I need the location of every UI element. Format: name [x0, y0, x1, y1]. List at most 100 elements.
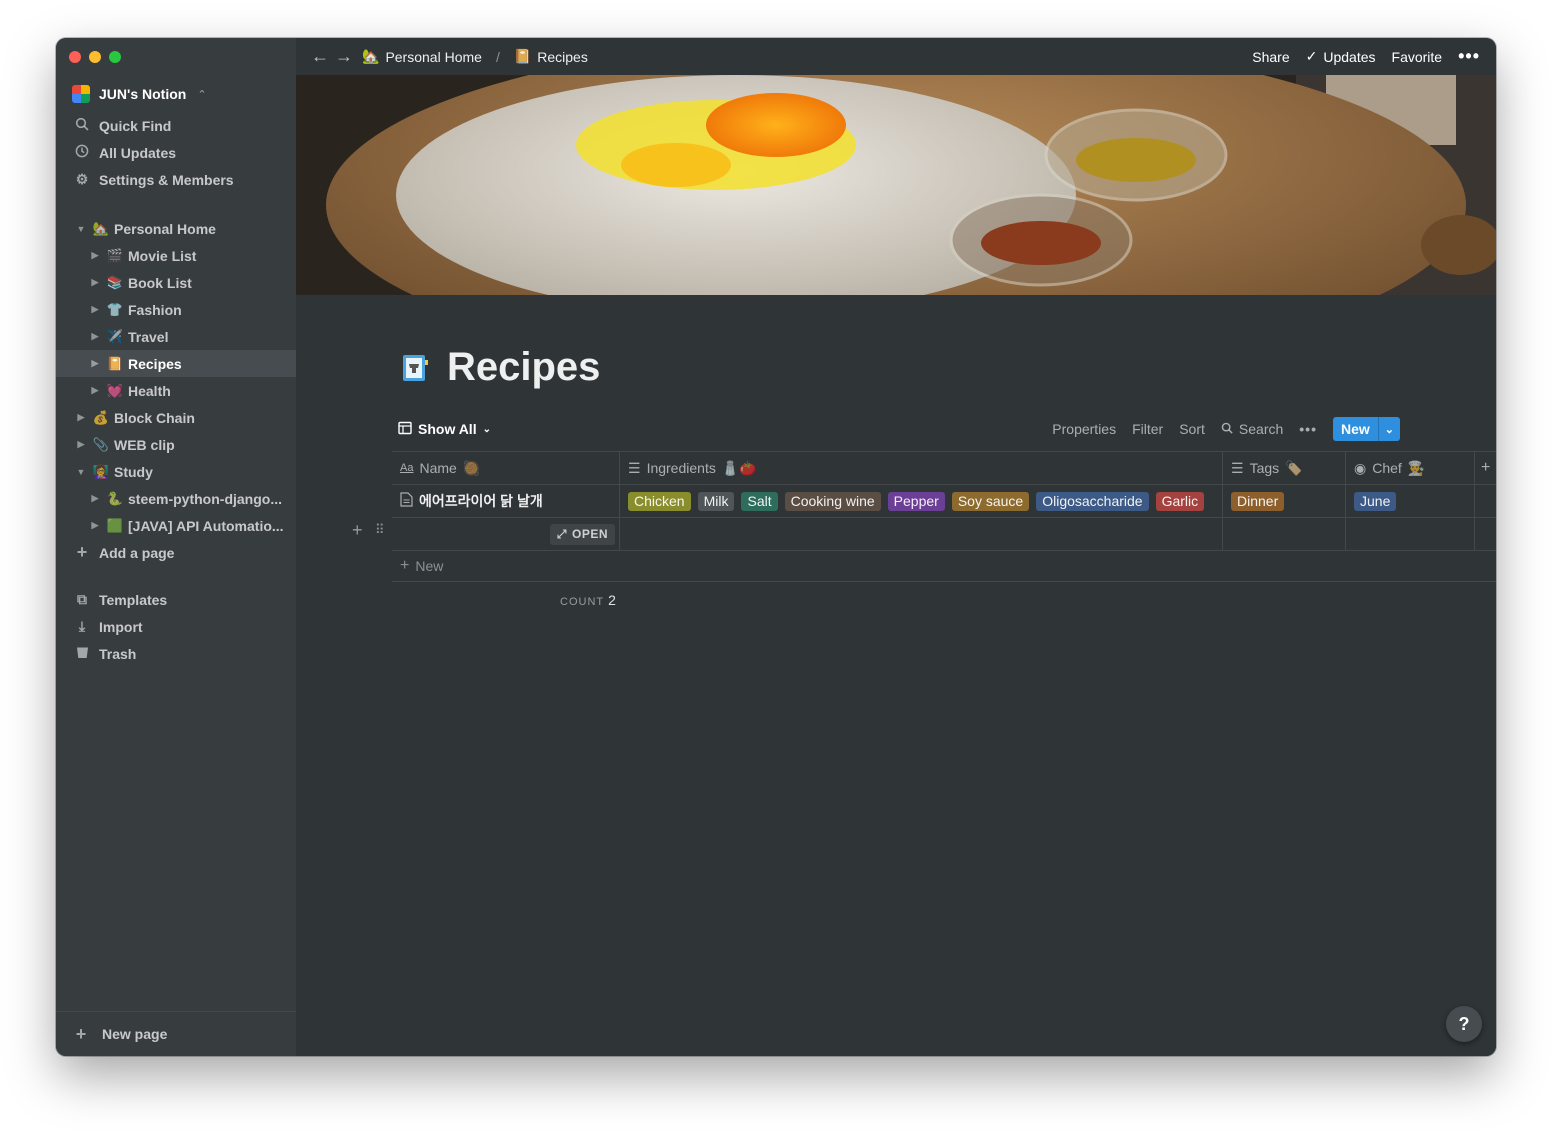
sort-button[interactable]: Sort	[1179, 421, 1205, 437]
sidebar-item-recipes[interactable]: ▶ 📔 Recipes	[56, 350, 296, 377]
sidebar-settings[interactable]: ⚙ Settings & Members	[56, 166, 296, 193]
triangle-right-icon[interactable]: ▶	[90, 304, 100, 315]
triangle-right-icon[interactable]: ▶	[90, 520, 100, 531]
list-icon: ☰	[1231, 459, 1244, 476]
sidebar-item-steem-python[interactable]: ▶ 🐍 steem-python-django...	[56, 485, 296, 512]
toolbar-actions: Properties Filter Sort Search ••• New ⌄	[1052, 416, 1400, 442]
ingredient-tag: Soy sauce	[951, 491, 1030, 511]
count-label: COUNT	[560, 596, 605, 608]
sidebar-trash[interactable]: Trash	[56, 640, 296, 667]
sidebar-item-health[interactable]: ▶ 💓 Health	[56, 377, 296, 404]
view-selector[interactable]: Show All ⌄	[392, 421, 491, 438]
row-ingredients-cell[interactable]: Chicken Milk Salt Cooking wine Pepper Soy sau…	[620, 485, 1223, 517]
chevron-down-icon[interactable]: ⌄	[1377, 417, 1400, 441]
count-value: 2	[608, 592, 616, 608]
add-page-button[interactable]: + Add a page	[56, 539, 296, 566]
row-chef-cell[interactable]: June	[1346, 485, 1475, 517]
triangle-right-icon[interactable]: ▶	[76, 439, 86, 450]
sidebar-item-block-chain[interactable]: ▶ 💰 Block Chain	[56, 404, 296, 431]
triangle-down-icon[interactable]: ▼	[76, 224, 86, 234]
expand-icon: ⤢	[556, 526, 567, 541]
row-ingredients-cell[interactable]	[620, 518, 1223, 550]
sidebar-import[interactable]: ⤓ Import	[56, 613, 296, 640]
python-icon: 🐍	[106, 490, 124, 506]
main-content: ← → 🏡 Personal Home / 📔 Recipes Share ✓ …	[296, 38, 1496, 1056]
row-name-cell[interactable]: ⤢ OPEN	[392, 518, 620, 550]
table-row[interactable]: ⤢ OPEN	[392, 518, 1496, 551]
column-header-tags[interactable]: ☰ Tags 🏷️	[1223, 452, 1346, 484]
sidebar-all-updates[interactable]: All Updates	[56, 139, 296, 166]
workspace-switcher[interactable]: JUN's Notion ⌃	[72, 84, 207, 104]
table-row[interactable]: 에어프라이어 닭 날개 Chicken Milk Salt Cooking wine P…	[392, 485, 1496, 518]
more-icon[interactable]: •••	[1458, 46, 1480, 67]
row-tags-cell[interactable]	[1223, 518, 1346, 550]
pot-icon: 🥘	[462, 459, 481, 476]
back-arrow-icon[interactable]: ←	[308, 46, 332, 67]
plus-icon: +	[400, 557, 410, 574]
column-header-ingredients[interactable]: ☰ Ingredients 🧂🍅	[620, 452, 1223, 484]
sidebar-item-fashion[interactable]: ▶ 👕 Fashion	[56, 296, 296, 323]
chef-icon: 👨‍🍳	[1407, 459, 1426, 476]
new-page-button[interactable]: + New page	[56, 1011, 296, 1056]
breadcrumb-personal-home[interactable]: Personal Home	[385, 49, 482, 65]
favorite-button[interactable]: Favorite	[1392, 49, 1443, 65]
row-name-cell[interactable]: 에어프라이어 닭 날개	[392, 485, 620, 517]
minimize-window-button[interactable]	[89, 51, 101, 63]
sidebar-item-study[interactable]: ▼ 👩‍🏫 Study	[56, 458, 296, 485]
filter-button[interactable]: Filter	[1132, 421, 1163, 437]
column-header-name[interactable]: Aa Name 🥘	[392, 452, 620, 484]
sidebar-item-book-list[interactable]: ▶ 📚 Book List	[56, 269, 296, 296]
heartbeat-icon: 💓	[106, 382, 124, 398]
maximize-window-button[interactable]	[109, 51, 121, 63]
chevron-down-icon: ⌄	[482, 423, 491, 435]
close-window-button[interactable]	[69, 51, 81, 63]
add-row-plus-icon[interactable]: +	[352, 520, 363, 541]
column-label: Tags	[1249, 460, 1280, 476]
triangle-right-icon[interactable]: ▶	[90, 493, 100, 504]
triangle-right-icon[interactable]: ▶	[90, 358, 100, 369]
nav-label: Import	[99, 618, 143, 635]
sidebar-templates[interactable]: ⧉ Templates	[56, 586, 296, 613]
tree-label: Study	[114, 463, 153, 480]
open-row-button[interactable]: ⤢ OPEN	[549, 523, 615, 545]
triangle-down-icon[interactable]: ▼	[76, 467, 86, 477]
row-tags-cell[interactable]: Dinner	[1223, 485, 1346, 517]
page-title[interactable]: Recipes	[447, 345, 600, 390]
tree-label: Recipes	[128, 355, 182, 372]
new-record-button[interactable]: New ⌄	[1332, 417, 1400, 441]
page-notebook-icon[interactable]	[399, 352, 431, 384]
drag-handle-icon[interactable]: ⠿	[375, 522, 385, 538]
updates-button[interactable]: ✓ Updates	[1306, 48, 1376, 65]
count-summary[interactable]: COUNT 2	[560, 592, 616, 608]
triangle-right-icon[interactable]: ▶	[90, 250, 100, 261]
sidebar-quick-find[interactable]: Quick Find	[56, 112, 296, 139]
share-button[interactable]: Share	[1252, 49, 1289, 65]
ingredient-tag: Garlic	[1155, 491, 1205, 511]
sidebar-item-movie-list[interactable]: ▶ 🎬 Movie List	[56, 242, 296, 269]
nav-label: Quick Find	[99, 117, 172, 134]
triangle-right-icon[interactable]: ▶	[90, 277, 100, 288]
column-header-chef[interactable]: ◉ Chef 👨‍🍳	[1346, 452, 1475, 484]
triangle-right-icon[interactable]: ▶	[90, 331, 100, 342]
books-icon: 📚	[106, 274, 124, 290]
row-chef-cell[interactable]	[1346, 518, 1475, 550]
tree-label: Fashion	[128, 301, 182, 318]
properties-button[interactable]: Properties	[1052, 421, 1116, 437]
sidebar-item-java-api[interactable]: ▶ 🟩 [JAVA] API Automatio...	[56, 512, 296, 539]
column-label: Chef	[1372, 460, 1402, 476]
add-column-button[interactable]: +	[1475, 452, 1496, 484]
tree-label: steem-python-django...	[128, 490, 282, 507]
triangle-right-icon[interactable]: ▶	[90, 385, 100, 396]
sidebar-item-travel[interactable]: ▶ ✈️ Travel	[56, 323, 296, 350]
more-options-icon[interactable]: •••	[1299, 421, 1317, 437]
chef-pill: June	[1354, 491, 1397, 511]
sidebar-item-personal-home[interactable]: ▼ 🏡 Personal Home	[56, 215, 296, 242]
search-button[interactable]: Search	[1221, 421, 1283, 437]
triangle-right-icon[interactable]: ▶	[76, 412, 86, 423]
forward-arrow-icon[interactable]: →	[332, 46, 356, 67]
new-row-button[interactable]: + New	[392, 551, 1496, 582]
view-label: Show All	[418, 421, 477, 437]
help-button[interactable]: ?	[1446, 1006, 1482, 1042]
breadcrumb-recipes[interactable]: Recipes	[537, 49, 588, 65]
sidebar-item-web-clip[interactable]: ▶ 📎 WEB clip	[56, 431, 296, 458]
